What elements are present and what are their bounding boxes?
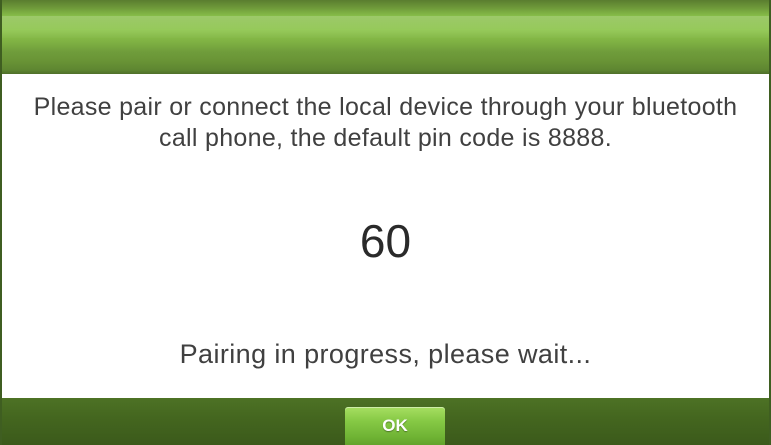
dialog-footer-bar: OK bbox=[2, 398, 769, 445]
title-bar-gloss bbox=[2, 16, 769, 38]
bluetooth-pairing-dialog: Please pair or connect the local device … bbox=[0, 0, 771, 445]
ok-button[interactable]: OK bbox=[345, 407, 445, 445]
dialog-title-bar bbox=[2, 0, 769, 74]
dialog-content: Please pair or connect the local device … bbox=[2, 74, 769, 398]
pairing-instructions: Please pair or connect the local device … bbox=[33, 93, 738, 152]
countdown-timer: 60 bbox=[359, 215, 412, 267]
pairing-status-text: Pairing in progress, please wait... bbox=[179, 339, 592, 369]
